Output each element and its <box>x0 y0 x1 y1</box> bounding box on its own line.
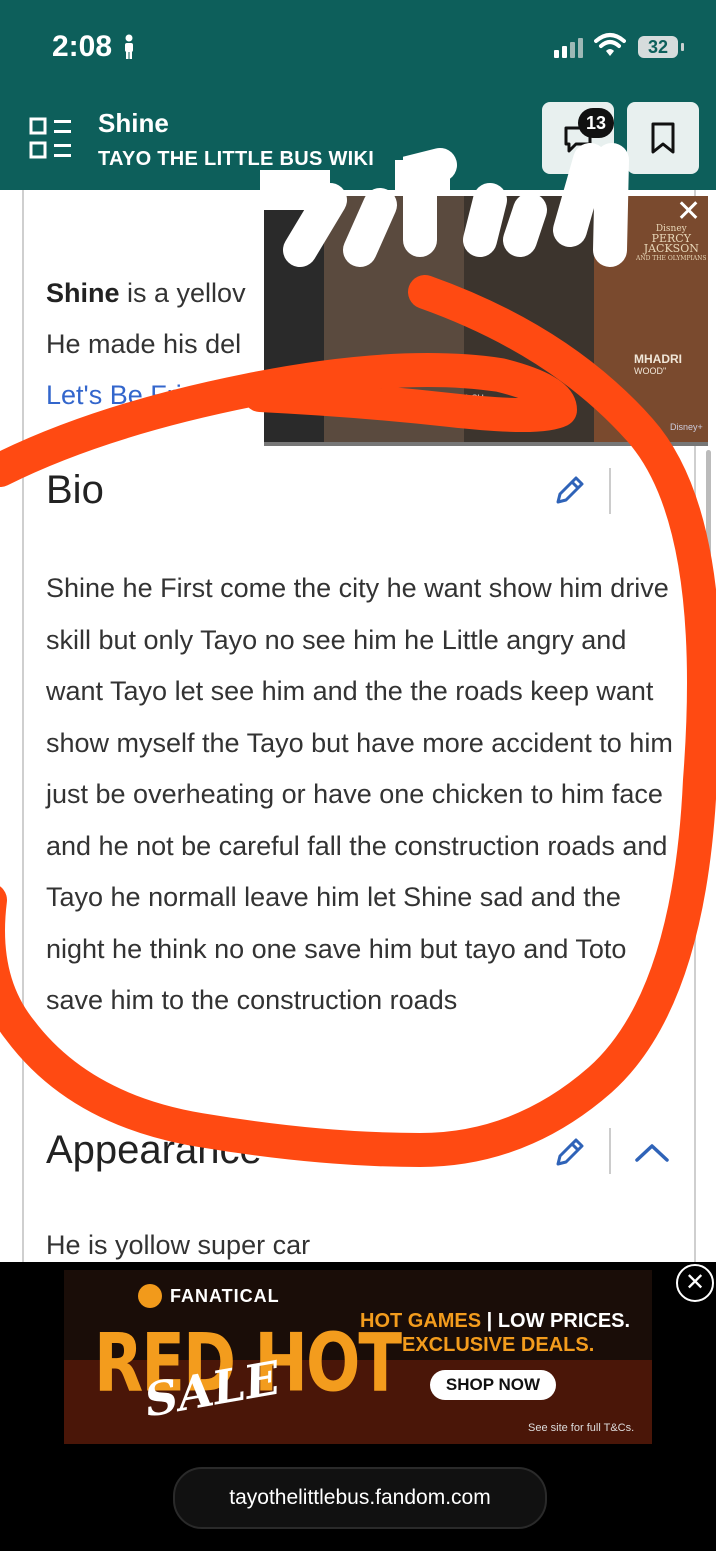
ad-terms: See site for full T&Cs. <box>528 1422 635 1434</box>
ad-tagline: HOT GAMES | LOW PRICES. <box>360 1310 631 1332</box>
banner-ad[interactable]: FANATICAL RED HOT SALE HOT GAMES | LOW P… <box>64 1270 652 1444</box>
address-bar[interactable]: tayothelittlebus.fandom.com <box>173 1467 547 1529</box>
fanatical-logo-icon <box>138 1284 162 1308</box>
red-circle-annotation <box>0 275 716 1167</box>
close-ad-icon[interactable]: ✕ <box>676 1264 714 1302</box>
ad-tagline: EXCLUSIVE DEALS. <box>402 1334 595 1356</box>
shop-now-button[interactable]: SHOP NOW <box>430 1370 556 1400</box>
fanatical-logo: FANATICAL <box>138 1284 280 1308</box>
white-scribble <box>260 143 629 267</box>
